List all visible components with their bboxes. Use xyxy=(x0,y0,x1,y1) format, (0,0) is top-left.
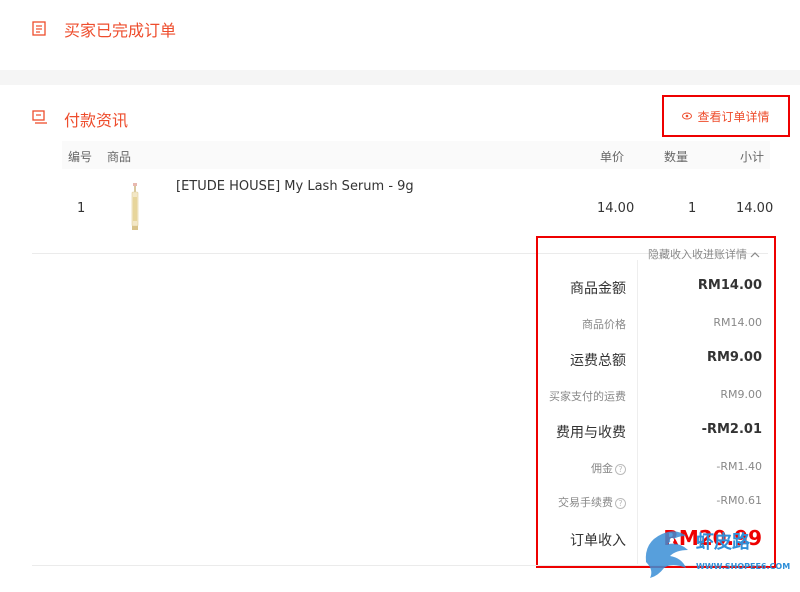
payment-icon xyxy=(32,110,47,124)
section-divider xyxy=(32,565,768,566)
eye-icon xyxy=(682,112,693,120)
income-value: -RM2.01 xyxy=(701,422,762,437)
product-table-header: 编号 商品 单价 数量 小计 xyxy=(62,141,770,169)
order-income-value: RM20.99 xyxy=(663,526,762,550)
help-icon[interactable]: ? xyxy=(615,463,626,475)
header-unit-price: 单价 xyxy=(600,150,625,164)
header-no: 编号 xyxy=(68,150,93,164)
order-status-card: 买家已完成订单 xyxy=(0,0,800,70)
payment-info-title: 付款资讯 xyxy=(64,111,129,130)
income-label: 买家支付的运费 xyxy=(549,390,626,403)
income-label: 佣金? xyxy=(591,460,626,476)
income-value: -RM1.40 xyxy=(716,460,762,473)
payment-info-card: 付款资讯 查看订单详情 编号 商品 单价 数量 小计 1 [ETUDE HOUS… xyxy=(0,85,800,592)
income-value: -RM0.61 xyxy=(716,494,762,507)
row-quantity: 1 xyxy=(688,201,697,216)
income-value: RM9.00 xyxy=(706,350,762,365)
hide-income-details-label: 隐藏收入收进账详情 xyxy=(648,248,747,261)
row-no: 1 xyxy=(77,201,86,216)
income-label: 交易手续费? xyxy=(558,494,626,510)
income-label: 商品金额 xyxy=(570,281,626,297)
income-value: RM14.00 xyxy=(713,316,762,329)
order-status-text: 买家已完成订单 xyxy=(64,21,177,40)
view-order-details-button[interactable]: 查看订单详情 xyxy=(662,95,790,137)
order-income-label: 订单收入 xyxy=(570,533,626,549)
product-name[interactable]: [ETUDE HOUSE] My Lash Serum - 9g xyxy=(176,179,414,194)
help-icon[interactable]: ? xyxy=(615,497,626,509)
income-column-divider xyxy=(637,260,638,564)
product-thumbnail[interactable] xyxy=(130,183,140,231)
chevron-up-icon xyxy=(750,252,760,258)
income-label: 运费总额 xyxy=(570,353,626,369)
header-subtotal: 小计 xyxy=(740,150,765,164)
income-label: 商品价格 xyxy=(582,318,626,331)
view-order-details-label: 查看订单详情 xyxy=(697,109,770,124)
income-breakdown: 隐藏收入收进账详情 商品金额 RM14.00 商品价格 RM14.00 运费总额… xyxy=(536,236,776,568)
row-subtotal: 14.00 xyxy=(736,201,774,216)
income-value: RM9.00 xyxy=(720,388,762,401)
hide-income-details-toggle[interactable]: 隐藏收入收进账详情 xyxy=(648,246,760,262)
income-label: 费用与收费 xyxy=(556,425,626,441)
row-unit-price: 14.00 xyxy=(597,201,635,216)
table-row: 1 [ETUDE HOUSE] My Lash Serum - 9g 14.00… xyxy=(62,177,774,241)
header-quantity: 数量 xyxy=(664,150,689,164)
receipt-icon xyxy=(32,21,46,36)
income-value: RM14.00 xyxy=(697,278,762,293)
transaction-fee-label: 交易手续费 xyxy=(558,496,613,509)
commission-label: 佣金 xyxy=(591,462,613,475)
header-product: 商品 xyxy=(107,150,132,164)
